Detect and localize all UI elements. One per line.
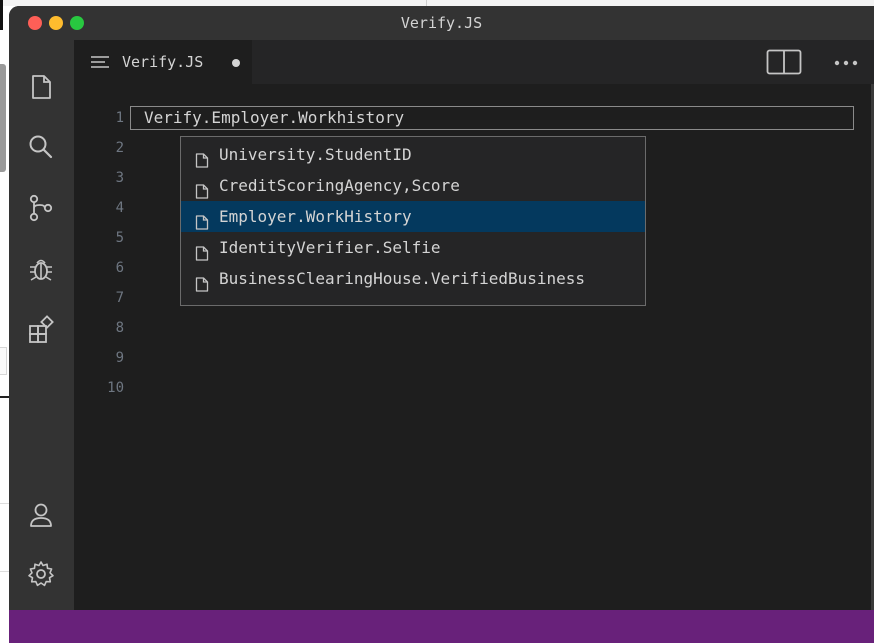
background-box (0, 347, 7, 375)
search-icon[interactable] (26, 132, 56, 162)
editor-window: Verify.JS Verify.JS 1 2 3 4 5 6 7 8 9 10… (9, 6, 874, 643)
line-number: 8 (115, 320, 124, 336)
activity-bar (9, 40, 74, 610)
suggestion-label: University.StudentID (219, 145, 412, 164)
tab-label: Verify.JS (122, 53, 204, 71)
suggestion-item[interactable]: IdentityVerifier.Selfie (181, 232, 645, 263)
background-thumbnail (0, 64, 6, 172)
source-control-icon[interactable] (26, 193, 56, 223)
file-icon (195, 209, 209, 230)
settings-gear-icon[interactable] (26, 559, 56, 589)
suggestion-label: BusinessClearingHouse.VerifiedBusiness (219, 269, 586, 288)
code-editor[interactable]: 1 2 3 4 5 6 7 8 9 10 Verify.Employer.Wor… (74, 84, 874, 610)
file-icon (195, 178, 209, 199)
menu-lines-icon (90, 53, 110, 71)
split-editor-icon[interactable] (766, 49, 802, 75)
more-actions-icon[interactable] (831, 55, 861, 69)
suggestion-item[interactable]: University.StudentID (181, 139, 645, 170)
code-line[interactable]: Verify.Employer.Workhistory (144, 106, 404, 130)
suggestion-widget: University.StudentID CreditScoringAgency… (180, 136, 646, 306)
title-bar: Verify.JS (9, 6, 874, 40)
line-number: 10 (107, 380, 124, 396)
suggestion-label: IdentityVerifier.Selfie (219, 238, 441, 257)
line-number: 4 (115, 200, 124, 216)
file-icon (195, 147, 209, 168)
suggestion-item[interactable]: BusinessClearingHouse.VerifiedBusiness (181, 263, 645, 294)
suggestion-item[interactable]: CreditScoringAgency,Score (181, 170, 645, 201)
files-icon[interactable] (26, 72, 56, 102)
line-number: 9 (115, 350, 124, 366)
file-icon (195, 240, 209, 261)
line-number: 2 (115, 140, 124, 156)
suggestion-item-selected[interactable]: Employer.WorkHistory (181, 201, 645, 232)
account-icon[interactable] (26, 500, 56, 530)
tab-bar: Verify.JS (74, 40, 874, 84)
status-bar (9, 610, 874, 643)
extensions-icon[interactable] (26, 315, 56, 345)
line-number: 7 (115, 290, 124, 306)
line-number: 5 (115, 230, 124, 246)
suggestion-label: CreditScoringAgency,Score (219, 176, 460, 195)
file-icon (195, 271, 209, 292)
line-number: 1 (115, 110, 124, 126)
unsaved-dot-icon[interactable] (232, 59, 240, 67)
window-title: Verify.JS (400, 14, 483, 32)
line-number: 3 (115, 170, 124, 186)
suggestion-label: Employer.WorkHistory (219, 207, 412, 226)
debug-icon[interactable] (26, 254, 56, 284)
line-number: 6 (115, 260, 124, 276)
tab-verify-js[interactable]: Verify.JS (74, 40, 252, 84)
